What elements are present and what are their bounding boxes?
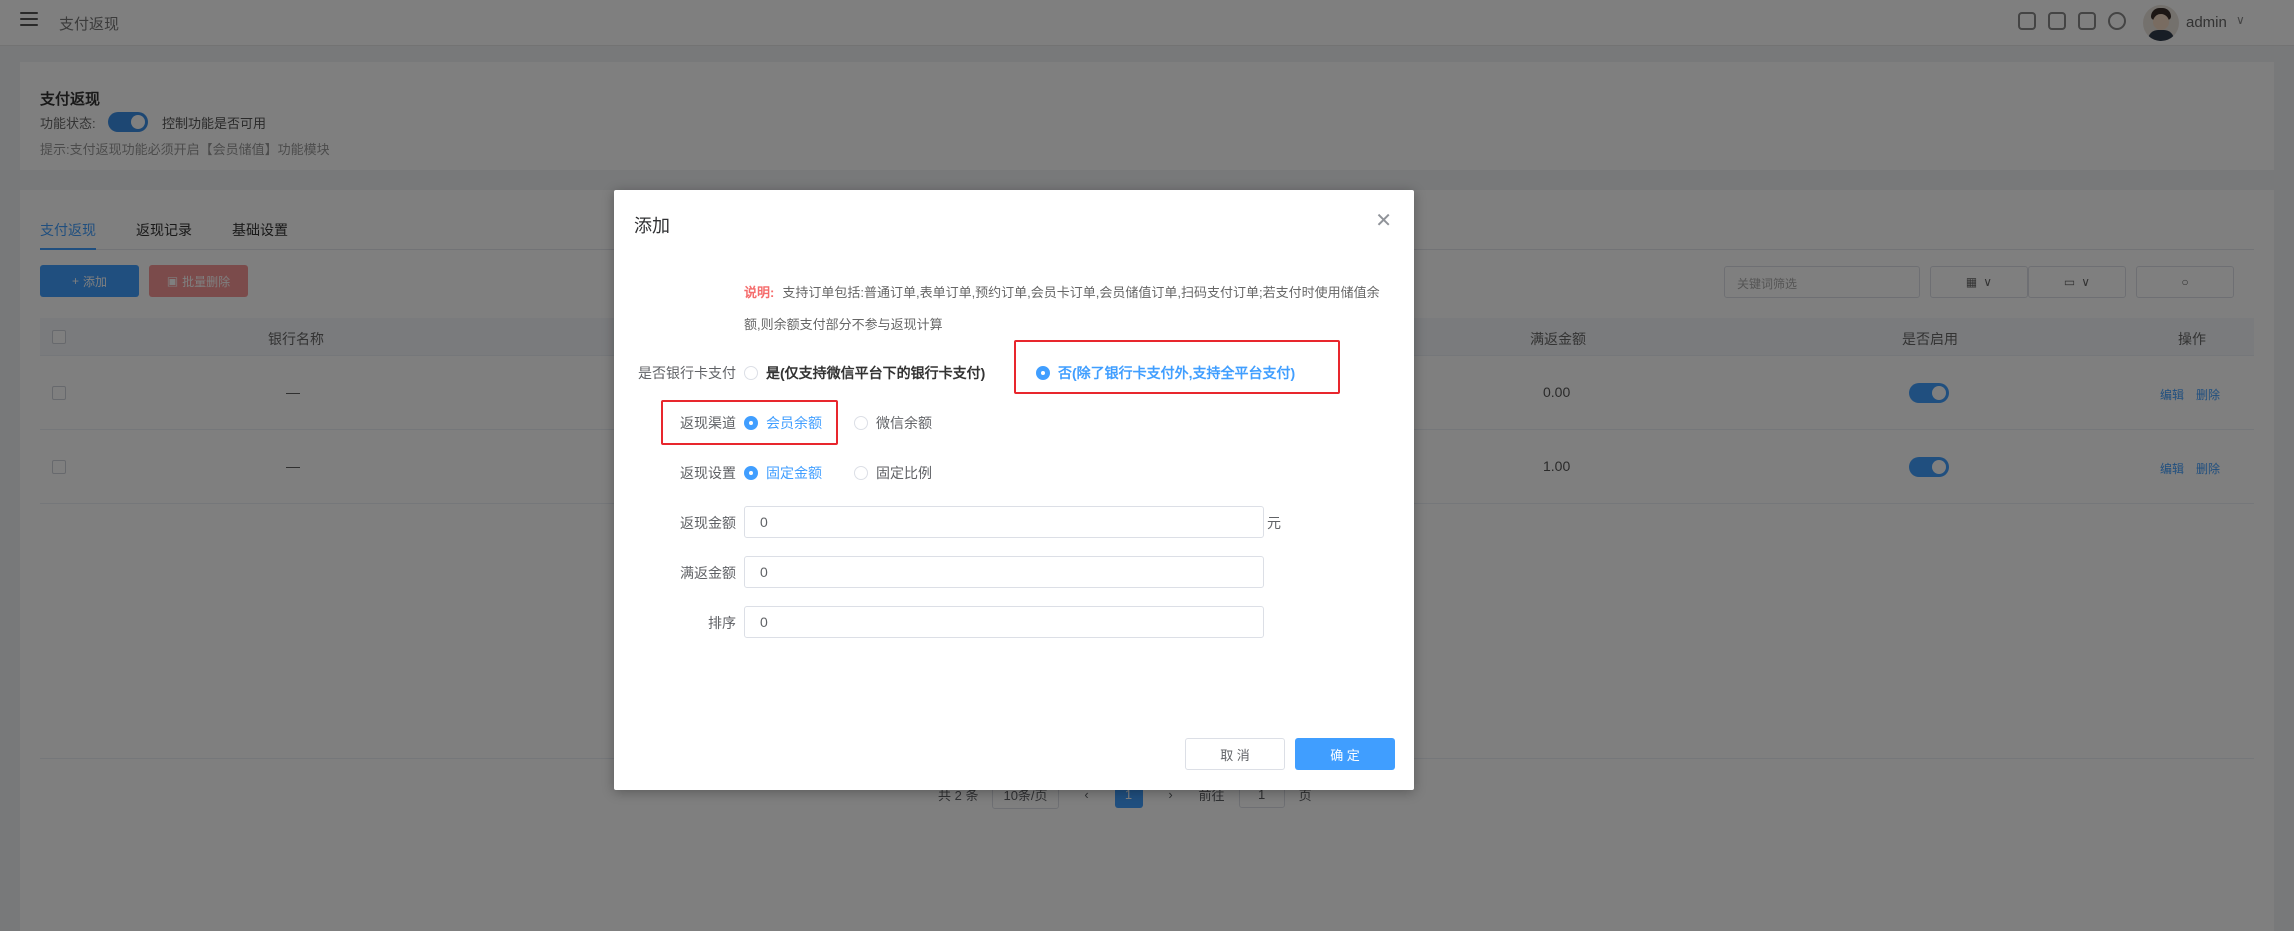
bank-pay-label: 是否银行卡支付: [638, 365, 736, 381]
setting-fixed-label: 固定金额: [766, 465, 822, 481]
note-label: 说明:: [744, 285, 775, 300]
close-icon[interactable]: ✕: [1375, 208, 1392, 233]
channel-wechat-label: 微信余额: [876, 415, 932, 431]
sort-input[interactable]: 0: [744, 606, 1264, 638]
setting-ratio-label: 固定比例: [876, 465, 932, 481]
channel-wechat-radio[interactable]: 微信余额: [854, 413, 932, 433]
dialog-note: 说明: 支持订单包括:普通订单,表单订单,预约订单,会员卡订单,会员储值订单,扫码…: [744, 277, 1394, 341]
threshold-input[interactable]: 0: [744, 556, 1264, 588]
setting-fixed-radio[interactable]: 固定金额: [744, 463, 822, 483]
dialog-title: 添加: [634, 216, 670, 236]
bank-pay-yes-radio[interactable]: 是(仅支持微信平台下的银行卡支付): [744, 363, 985, 383]
highlight-box: [1014, 340, 1340, 394]
highlight-box: [661, 400, 838, 445]
confirm-button[interactable]: 确 定: [1295, 738, 1395, 770]
cancel-button[interactable]: 取 消: [1185, 738, 1285, 770]
cash-amount-input[interactable]: 0: [744, 506, 1264, 538]
bank-pay-yes-label: 是(仅支持微信平台下的银行卡支付): [766, 365, 986, 381]
threshold-label: 满返金额: [680, 565, 736, 581]
radio-dot: [854, 416, 868, 430]
radio-dot: [744, 366, 758, 380]
setting-label: 返现设置: [680, 465, 736, 481]
add-dialog: 添加 ✕ 说明: 支持订单包括:普通订单,表单订单,预约订单,会员卡订单,会员储值…: [614, 190, 1414, 790]
radio-dot: [854, 466, 868, 480]
note-text: 支持订单包括:普通订单,表单订单,预约订单,会员卡订单,会员储值订单,扫码支付订…: [744, 285, 1380, 332]
unit-label: 元: [1267, 515, 1281, 531]
cash-amount-label: 返现金额: [680, 515, 736, 531]
sort-label: 排序: [708, 615, 736, 631]
radio-dot: [744, 466, 758, 480]
setting-ratio-radio[interactable]: 固定比例: [854, 463, 932, 483]
